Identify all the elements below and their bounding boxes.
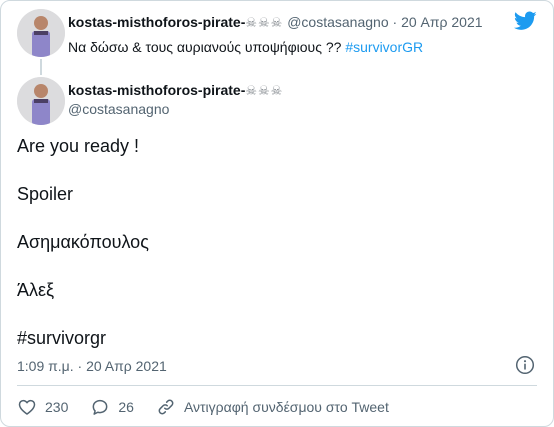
tweet-line-4: Άλεξ bbox=[17, 280, 55, 300]
reply-button[interactable]: 26 bbox=[90, 397, 134, 417]
copy-link-label: Αντιγραφή συνδέσμου στο Tweet bbox=[183, 399, 389, 415]
parent-tweet-header: kostas-misthoforos-pirate-☠☠☠ @costasana… bbox=[68, 13, 483, 32]
parent-author-emoji: ☠☠☠ bbox=[245, 15, 284, 30]
author-avatar[interactable] bbox=[17, 77, 65, 125]
tweet-timestamp[interactable]: 1:09 π.μ. · 20 Απρ 2021 bbox=[17, 357, 167, 375]
author-name[interactable]: kostas-misthoforos-pirate- bbox=[68, 82, 245, 98]
parent-author-name[interactable]: kostas-misthoforos-pirate- bbox=[68, 14, 245, 30]
parent-tweet-body: Να δώσω & τους αυριανούς υποψήφιους ?? bbox=[68, 39, 346, 55]
info-icon[interactable] bbox=[515, 355, 535, 375]
hashtag-link[interactable]: #survivorgr bbox=[17, 326, 106, 350]
author-name-row[interactable]: kostas-misthoforos-pirate-☠☠☠ bbox=[68, 81, 283, 100]
actions-divider bbox=[17, 385, 537, 386]
tweet-line-1: Are you ready ! bbox=[17, 136, 140, 156]
reply-count: 26 bbox=[118, 399, 134, 415]
parent-tweet-text: Να δώσω & τους αυριανούς υποψήφιους ?? #… bbox=[68, 37, 423, 57]
parent-hashtag-link[interactable]: #survivorGR bbox=[345, 39, 423, 55]
parent-separator: · bbox=[392, 14, 398, 30]
parent-avatar[interactable] bbox=[17, 9, 65, 57]
like-count: 230 bbox=[45, 399, 69, 415]
reply-bubble-icon bbox=[92, 399, 108, 415]
like-button[interactable]: 230 bbox=[17, 397, 68, 417]
tweet-embed-card: kostas-misthoforos-pirate-☠☠☠ @costasana… bbox=[0, 0, 554, 427]
tweet-actions: 230 26 Αντιγραφή συνδέσμου στο Tweet bbox=[17, 395, 411, 419]
parent-tweet-date[interactable]: 20 Απρ 2021 bbox=[401, 14, 482, 30]
link-icon bbox=[158, 399, 174, 415]
tweet-line-2: Spoiler bbox=[17, 184, 74, 204]
author-emoji: ☠☠☠ bbox=[245, 83, 284, 98]
parent-tweet[interactable]: kostas-misthoforos-pirate-☠☠☠ @costasana… bbox=[1, 1, 553, 77]
tweet-line-3: Ασημακόπουλος bbox=[17, 232, 149, 252]
parent-author-handle[interactable]: @costasanagno bbox=[287, 14, 388, 30]
thread-connector bbox=[40, 59, 42, 75]
twitter-bird-icon[interactable] bbox=[514, 11, 537, 31]
author-handle[interactable]: @costasanagno bbox=[68, 100, 169, 118]
heart-icon bbox=[18, 399, 36, 415]
copy-link-button[interactable]: Αντιγραφή συνδέσμου στο Tweet bbox=[156, 397, 389, 417]
